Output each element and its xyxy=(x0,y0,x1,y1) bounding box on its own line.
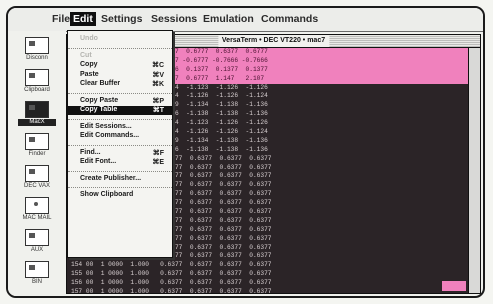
document-icon xyxy=(25,37,49,54)
menu-separator xyxy=(68,47,172,49)
menu-item-label: Copy xyxy=(80,61,98,68)
document-icon xyxy=(25,133,49,150)
menu-sessions[interactable]: Sessions xyxy=(151,13,197,25)
document-icon xyxy=(25,101,49,118)
desktop-icon-label: Disconn xyxy=(26,55,48,61)
cable-icon xyxy=(25,197,49,214)
desktop-icon[interactable]: MAC MAIL xyxy=(18,197,56,222)
menu-item-label: Copy Paste xyxy=(80,96,119,104)
menu-item-copy-table[interactable]: Copy Table ⌘T xyxy=(68,106,172,115)
menu-item-undo: Undo xyxy=(68,35,172,44)
document-icon xyxy=(25,165,49,182)
terminal-row: 157 00 1 0000 1.000 0.6377 0.6377 0.6377… xyxy=(71,288,272,293)
desktop-icon[interactable]: AUX xyxy=(18,229,56,254)
menu-bar: File Edit Settings Sessions Emulation Co… xyxy=(8,8,483,32)
desktop-icon[interactable]: MacX xyxy=(18,101,56,126)
terminal-row: 154 00 1 0000 1.000 0.6377 0.6377 0.6377… xyxy=(71,261,272,269)
terminal-row: 155 00 1 0000 1.000 0.6377 0.6377 0.6377… xyxy=(71,270,272,278)
menu-item-shortcut: ⌘K xyxy=(151,81,164,88)
desktop: Disconn Clipboard MacX Finder DEC VAX MAC MAI… xyxy=(8,31,66,296)
menu-file[interactable]: File xyxy=(52,13,70,25)
menu-separator xyxy=(68,144,172,146)
menu-separator xyxy=(68,187,172,188)
edit-menu-dropdown: Undo Cut Copy ⌘C Paste ⌘V Clear Buffer ⌘K Copy P… xyxy=(67,30,173,258)
window-title: VersaTerm • DEC VT220 • mac7 xyxy=(217,35,330,47)
menu-item-label: Edit Sessions... xyxy=(80,122,132,130)
menu-item-edit-commands[interactable]: Edit Commands... xyxy=(68,132,172,141)
desktop-icon[interactable]: Clipboard xyxy=(18,69,56,94)
desktop-icon-label: Clipboard xyxy=(24,87,50,93)
menu-item-label: Cut xyxy=(80,51,92,59)
menu-item-label: Paste xyxy=(80,70,99,78)
menu-separator xyxy=(68,170,172,172)
menu-separator xyxy=(68,92,172,94)
desktop-icon-label: BIN xyxy=(31,279,42,285)
menu-item-edit-font[interactable]: Edit Font... ⌘E xyxy=(68,158,172,167)
desktop-icon[interactable]: Finder xyxy=(18,133,56,158)
desktop-icon-label: DEC VAX xyxy=(24,183,50,189)
menu-edit[interactable]: Edit xyxy=(70,12,96,26)
screen-bezel: File Edit Settings Sessions Emulation Co… xyxy=(6,6,485,298)
menu-item-shortcut: ⌘F xyxy=(152,149,164,157)
menu-item-cut: Cut xyxy=(68,52,172,61)
menu-item-label: Edit Font... xyxy=(80,158,117,165)
document-icon xyxy=(25,229,49,246)
menu-settings[interactable]: Settings xyxy=(101,13,142,25)
desktop-icon[interactable]: DEC VAX xyxy=(18,165,56,190)
desktop-icon-label: MAC MAIL xyxy=(22,215,52,221)
menu-emulation[interactable]: Emulation xyxy=(203,13,254,25)
menu-item-label: Find... xyxy=(80,148,101,156)
menu-item-label: Clear Buffer xyxy=(80,80,121,87)
menu-separator xyxy=(68,118,172,120)
desktop-icon-label: Finder xyxy=(28,151,46,157)
menu-commands[interactable]: Commands xyxy=(261,13,318,25)
desktop-icon-label: AUX xyxy=(30,247,44,253)
menu-item-label: Undo xyxy=(80,35,98,42)
menu-item-copy[interactable]: Copy ⌘C xyxy=(68,61,172,70)
menu-item-label: Create Publisher... xyxy=(80,174,142,182)
desktop-icon[interactable]: Disconn xyxy=(18,37,56,62)
menu-item-label: Edit Commands... xyxy=(80,132,140,139)
menu-item-paste[interactable]: Paste ⌘V xyxy=(68,71,172,80)
menu-item-clear-buffer[interactable]: Clear Buffer ⌘K xyxy=(68,80,172,89)
menu-item-shortcut: ⌘C xyxy=(151,62,164,69)
menu-item-label: Copy Table xyxy=(80,106,118,113)
menu-item-shortcut: ⌘E xyxy=(152,159,164,166)
terminal-row: 156 00 1 0000 1.000 0.6377 0.6377 0.6377… xyxy=(71,279,272,287)
document-icon xyxy=(25,261,49,278)
menu-item-copy-paste[interactable]: Copy Paste ⌘P xyxy=(68,97,172,106)
vertical-scrollbar[interactable] xyxy=(468,48,480,293)
menu-item-shortcut: ⌘P xyxy=(152,97,164,105)
menu-item-edit-sessions[interactable]: Edit Sessions... xyxy=(68,123,172,132)
desktop-icon[interactable]: BIN xyxy=(18,261,56,286)
menu-item-create-publisher[interactable]: Create Publisher... xyxy=(68,175,172,184)
menu-item-find[interactable]: Find... ⌘F xyxy=(68,149,172,158)
desktop-icon-label: MacX xyxy=(18,119,56,126)
highlight-block xyxy=(442,281,466,291)
menu-item-shortcut: ⌘T xyxy=(152,107,164,114)
document-icon xyxy=(25,69,49,86)
menu-item-shortcut: ⌘V xyxy=(152,71,164,79)
menu-item-label: Show Clipboard xyxy=(80,191,134,198)
menu-item-show-clipboard[interactable]: Show Clipboard xyxy=(68,191,172,200)
